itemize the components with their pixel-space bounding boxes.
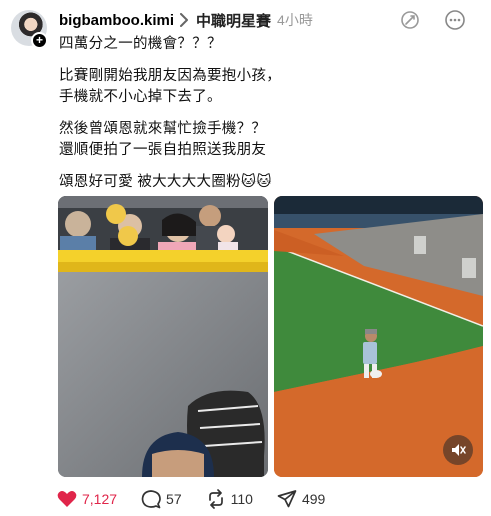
post-text-line: 手機就不小心掉下去了。	[59, 89, 222, 105]
translate-icon[interactable]	[398, 8, 422, 32]
post-text-line: 還順便拍了一張自拍照送我朋友	[59, 142, 267, 158]
mute-icon[interactable]	[443, 435, 473, 465]
send-icon	[277, 490, 297, 508]
post-time: 4小時	[277, 12, 313, 28]
post-text-line: 四萬分之一的機會？？？	[59, 36, 222, 52]
follow-plus-icon[interactable]: +	[31, 32, 48, 49]
post-text-line: 然後曾頌恩就來幫忙撿手機？？	[59, 121, 267, 137]
share-button[interactable]: 499	[277, 489, 325, 509]
chevron-right-icon	[174, 10, 196, 30]
post-header: bigbamboo.kimi 中職明星賽 4小時	[59, 10, 313, 30]
post-text-line: 比賽剛開始我朋友因為要抱小孩，	[59, 68, 281, 84]
selfie-photo[interactable]	[58, 196, 268, 477]
like-button[interactable]: 7,127	[57, 490, 117, 508]
share-count: 499	[301, 491, 326, 507]
username[interactable]: bigbamboo.kimi	[59, 12, 174, 29]
outfield-video[interactable]	[274, 196, 483, 477]
repost-count: 110	[230, 491, 253, 507]
comment-icon	[141, 490, 161, 509]
topic-tag[interactable]: 中職明星賽	[196, 10, 271, 31]
comment-button[interactable]: 57	[141, 489, 182, 509]
heart-icon	[57, 491, 77, 507]
post-text-line: 頌恩好可愛 被大大大大圈粉🐱🐱	[59, 174, 272, 190]
threads-post: + bigbamboo.kimi 中職明星賽 4小時 四萬分之一的機會？？？ 比…	[0, 0, 491, 516]
more-options-icon[interactable]	[443, 8, 467, 32]
repost-icon	[208, 489, 223, 509]
action-bar: 7,127 57 110 499	[57, 487, 349, 511]
like-count: 7,127	[82, 491, 118, 507]
comment-count: 57	[166, 491, 182, 507]
repost-button[interactable]: 110	[206, 489, 253, 509]
